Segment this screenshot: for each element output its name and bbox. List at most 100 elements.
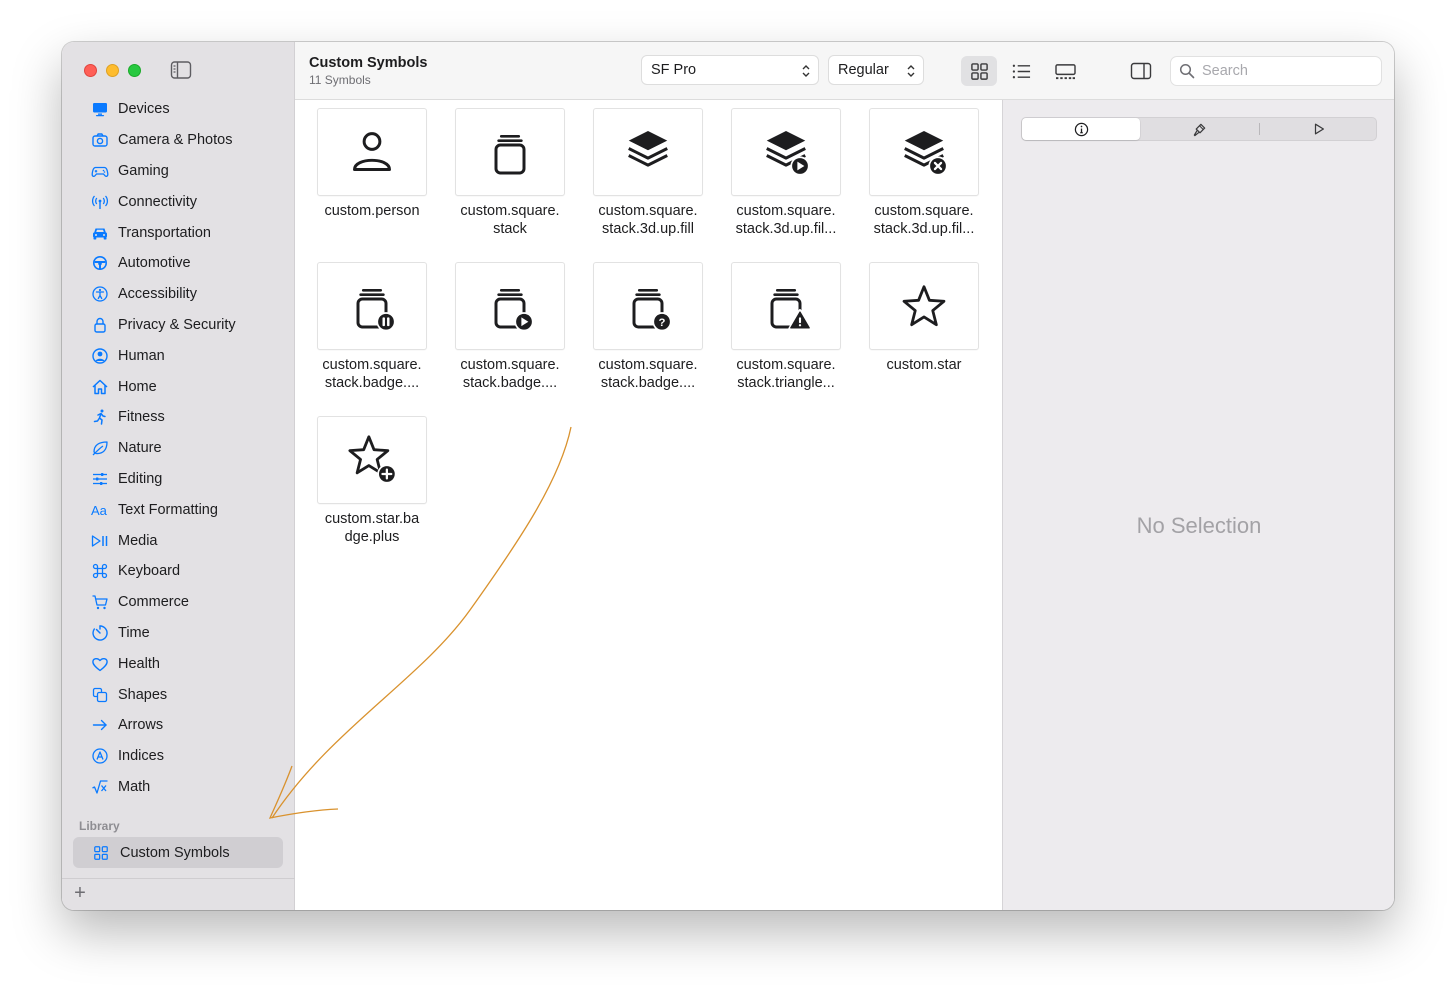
- symbol-cell[interactable]: custom.square. stack.badge....: [303, 262, 441, 392]
- sidebar-item-transportation[interactable]: Transportation: [62, 217, 295, 248]
- inspector-toggle-button[interactable]: [1126, 56, 1156, 86]
- symbol-count: 11 Symbols: [309, 73, 371, 87]
- symbol-tile[interactable]: [731, 108, 841, 196]
- sidebar-item-custom-symbols[interactable]: Custom Symbols: [73, 837, 283, 868]
- weight-popup[interactable]: Regular: [828, 55, 924, 85]
- sidebar-item-home[interactable]: Home: [62, 371, 295, 402]
- gallery-view-button[interactable]: [1047, 56, 1083, 86]
- minimize-window-button[interactable]: [106, 64, 119, 77]
- sidebar-item-camera-photos[interactable]: Camera & Photos: [62, 125, 295, 156]
- sidebar-item-accessibility[interactable]: Accessibility: [62, 279, 295, 310]
- page-title: Custom Symbols: [309, 55, 428, 71]
- sidebar-item-label: Indices: [118, 748, 164, 765]
- inspector-panel: No Selection: [1002, 100, 1394, 910]
- symbol-cell[interactable]: custom.star: [855, 262, 993, 374]
- symbol-tile[interactable]: [455, 108, 565, 196]
- symbol-tile[interactable]: [869, 108, 979, 196]
- sidebar-footer: +: [62, 878, 295, 910]
- sidebar-item-label: Human: [118, 347, 165, 364]
- sidebar-item-automotive[interactable]: Automotive: [62, 248, 295, 279]
- symbol-cell[interactable]: custom.star.ba dge.plus: [303, 416, 441, 546]
- textformat-icon: Aa: [90, 500, 110, 520]
- list-view-button[interactable]: [1003, 56, 1039, 86]
- sidebar: Devices Camera & Photos Gaming Connectivity…: [62, 42, 295, 910]
- sidebar-item-label: Shapes: [118, 686, 168, 703]
- grid-view-button[interactable]: [961, 56, 997, 86]
- sidebar-item-label: Commerce: [118, 594, 189, 611]
- square-stack-pause-icon: [356, 288, 396, 332]
- search-field[interactable]: [1170, 56, 1382, 86]
- symbol-name: custom.square. stack.badge....: [460, 357, 560, 391]
- symbol-cell[interactable]: custom.square. stack.3d.up.fill: [579, 108, 717, 238]
- rendering-tab[interactable]: [1140, 118, 1258, 140]
- sidebar-item-commerce[interactable]: Commerce: [62, 587, 295, 618]
- sidebar-item-media[interactable]: Media: [62, 525, 295, 556]
- gallery-icon: [1054, 63, 1076, 79]
- paintbrush-icon: [1193, 123, 1205, 136]
- sidebar-toggle-button[interactable]: [170, 60, 192, 80]
- zoom-window-button[interactable]: [128, 64, 141, 77]
- close-window-button[interactable]: [84, 64, 97, 77]
- library-section-header: Library: [79, 819, 120, 833]
- arrow-right-icon: [90, 715, 110, 735]
- symbol-tile[interactable]: [455, 262, 565, 350]
- info-tab[interactable]: [1022, 118, 1140, 140]
- symbol-name: custom.square. stack.3d.up.fil...: [735, 203, 837, 237]
- svg-text:?: ?: [659, 317, 666, 329]
- symbol-tile[interactable]: [869, 262, 979, 350]
- symbol-cell[interactable]: custom.square. stack.3d.up.fil...: [855, 108, 993, 238]
- sidebar-item-gaming[interactable]: Gaming: [62, 156, 295, 187]
- symbol-cell[interactable]: custom.square. stack.badge....: [441, 262, 579, 392]
- symbol-cell[interactable]: custom.square. stack: [441, 108, 579, 238]
- sidebar-item-human[interactable]: Human: [62, 340, 295, 371]
- symbol-tile[interactable]: [317, 108, 427, 196]
- symbol-cell[interactable]: ? custom.square. stack.badge....: [579, 262, 717, 392]
- symbol-name: custom.square. stack.triangle...: [736, 357, 836, 391]
- house-icon: [90, 377, 110, 397]
- font-popup[interactable]: SF Pro: [641, 55, 819, 85]
- sidebar-item-devices[interactable]: Devices: [62, 94, 295, 125]
- sidebar-item-privacy-security[interactable]: Privacy & Security: [62, 310, 295, 341]
- window-controls: [84, 64, 141, 77]
- accessibility-icon: [90, 284, 110, 304]
- symbol-name: custom.person: [324, 203, 420, 219]
- search-icon: [1179, 63, 1195, 79]
- symbol-tile[interactable]: [731, 262, 841, 350]
- symbol-cell[interactable]: custom.square. stack.triangle...: [717, 262, 855, 392]
- symbol-cell[interactable]: custom.person: [303, 108, 441, 220]
- sidebar-item-fitness[interactable]: Fitness: [62, 402, 295, 433]
- sidebar-item-connectivity[interactable]: Connectivity: [62, 186, 295, 217]
- search-input[interactable]: [1202, 63, 1372, 79]
- figure-run-icon: [90, 407, 110, 427]
- sidebar-item-shapes[interactable]: Shapes: [62, 679, 295, 710]
- toolbar: Custom Symbols 11 Symbols SF Pro Regular: [295, 42, 1394, 100]
- sidebar-item-editing[interactable]: Editing: [62, 464, 295, 495]
- sidebar-item-health[interactable]: Health: [62, 648, 295, 679]
- info-circle-icon: [1074, 122, 1088, 136]
- add-collection-button[interactable]: +: [70, 883, 90, 905]
- symbol-name: custom.square. stack: [460, 203, 560, 237]
- chevron-updown-icon: [802, 65, 810, 77]
- symbol-grid: custom.person custom.square. stack custom.…: [295, 100, 1002, 910]
- sidebar-item-time[interactable]: Time: [62, 618, 295, 649]
- cart-icon: [90, 592, 110, 612]
- sidebar-item-arrows[interactable]: Arrows: [62, 710, 295, 741]
- symbol-tile[interactable]: ?: [593, 262, 703, 350]
- sidebar-item-nature[interactable]: Nature: [62, 433, 295, 464]
- sidebar-item-math[interactable]: Math: [62, 772, 295, 803]
- sidebar-item-indices[interactable]: Indices: [62, 741, 295, 772]
- symbol-tile[interactable]: [317, 262, 427, 350]
- squareroot-icon: [90, 777, 110, 797]
- symbol-cell[interactable]: custom.square. stack.3d.up.fil...: [717, 108, 855, 238]
- display-icon: [90, 99, 110, 119]
- chevron-updown-icon: [907, 65, 915, 77]
- star-plus-icon: [348, 435, 397, 484]
- sidebar-item-text-formatting[interactable]: Aa Text Formatting: [62, 494, 295, 525]
- symbol-tile[interactable]: [317, 416, 427, 504]
- sidebar-item-keyboard[interactable]: Keyboard: [62, 556, 295, 587]
- sidebar-item-label: Time: [118, 624, 150, 641]
- sidebar-left-icon: [170, 61, 192, 79]
- animation-tab[interactable]: [1260, 118, 1378, 140]
- person-icon: [353, 132, 391, 171]
- symbol-tile[interactable]: [593, 108, 703, 196]
